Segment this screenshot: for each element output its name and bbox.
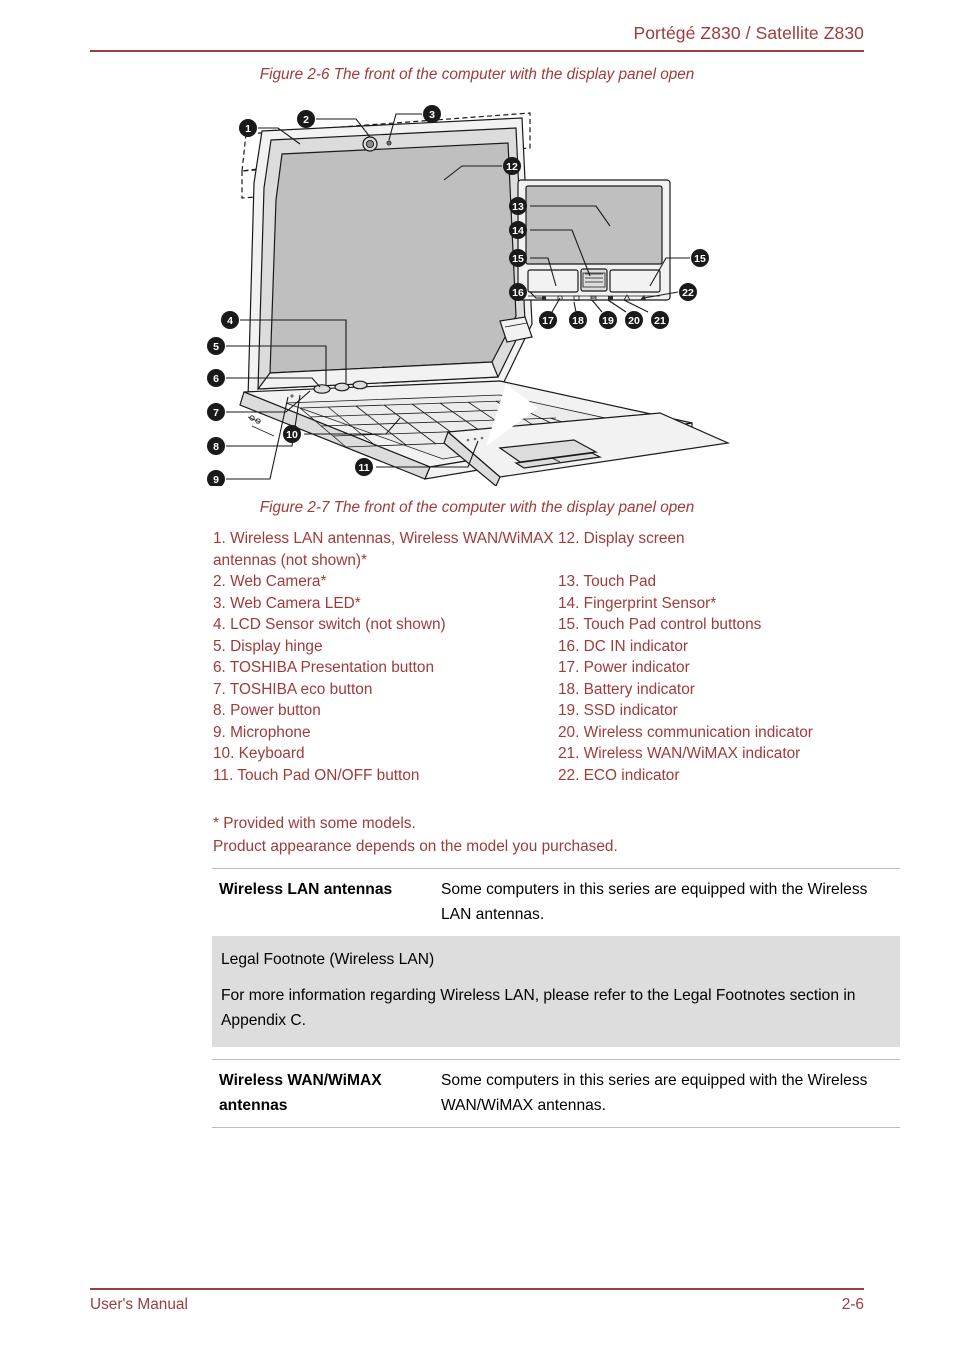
- table-row: Wireless LAN antennas Some computers in …: [212, 869, 900, 936]
- svg-text:15: 15: [512, 253, 524, 265]
- list-item: 20. Wireless communication indicator: [558, 723, 813, 741]
- list-item: 6. TOSHIBA Presentation button: [213, 659, 435, 676]
- list-item: 22. ECO indicator: [558, 766, 680, 784]
- svg-text:5: 5: [213, 341, 219, 353]
- svg-text:21: 21: [654, 315, 666, 327]
- table-row: Wireless WAN/WiMAX antennas Some compute…: [212, 1060, 900, 1127]
- list-item: 5. Display hinge: [213, 637, 323, 655]
- footer-manual-label: User's Manual: [90, 1296, 188, 1313]
- list-item: 11. Touch Pad ON/OFF button: [213, 766, 420, 784]
- definition-term: Wireless WAN/WiMAX antennas: [219, 1072, 382, 1114]
- list-item-spacer: [558, 550, 903, 572]
- svg-text:10: 10: [286, 429, 298, 441]
- list-item: 9. Microphone: [213, 723, 311, 741]
- list-item: 7. TOSHIBA eco button: [213, 680, 373, 698]
- list-item: 13. Touch Pad: [558, 573, 657, 590]
- page-footer: User's Manual 2-6: [90, 1288, 864, 1314]
- definition-wireless-wan-wimax-antennas: Wireless WAN/WiMAX antennas Some compute…: [212, 1059, 900, 1128]
- list-item: 10. Keyboard: [213, 745, 305, 762]
- document-page: Portégé Z830 / Satellite Z830 Figure 2-6…: [0, 0, 954, 1345]
- svg-text:17: 17: [542, 315, 554, 327]
- parts-list: 1. Wireless LAN antennas, Wireless WAN/W…: [213, 528, 903, 786]
- svg-text:20: 20: [628, 315, 640, 327]
- svg-text:12: 12: [506, 161, 518, 173]
- svg-text:13: 13: [512, 201, 524, 213]
- svg-text:3: 3: [429, 109, 435, 121]
- definition-description: Some computers in this series are equipp…: [441, 881, 868, 923]
- figure-caption-top: Figure 2-6 The front of the computer wit…: [259, 66, 695, 83]
- page-number: 2-6: [841, 1296, 864, 1313]
- list-item: 18. Battery indicator: [558, 680, 695, 698]
- list-item: 12. Display screen: [558, 530, 685, 547]
- svg-text:7: 7: [213, 407, 219, 419]
- figure-caption-bottom: Figure 2-7 The front of the computer wit…: [259, 499, 695, 516]
- legal-footnote-title: Legal Footnote (Wireless LAN): [221, 951, 435, 968]
- list-item: 8. Power button: [213, 702, 321, 719]
- svg-text:1: 1: [245, 123, 251, 135]
- footnote-appearance: Product appearance depends on the model …: [213, 838, 618, 855]
- list-item: 15. Touch Pad control buttons: [558, 616, 762, 633]
- list-item: 4. LCD Sensor switch (not shown): [213, 616, 446, 633]
- parts-list-right-column: 12. Display screen 13. Touch Pad 14. Fin…: [558, 528, 903, 786]
- svg-text:15: 15: [694, 253, 706, 265]
- list-item: 2. Web Camera*: [213, 573, 327, 590]
- svg-text:4: 4: [227, 315, 233, 327]
- svg-text:8: 8: [213, 441, 219, 453]
- header-rule: [90, 50, 864, 52]
- svg-text:9: 9: [213, 474, 219, 486]
- svg-text:6: 6: [213, 373, 219, 385]
- footer-rule: [90, 1288, 864, 1290]
- list-item: 21. Wireless WAN/WiMAX indicator: [558, 745, 801, 762]
- laptop-diagram: .ln { stroke:#1a1a1a; stroke-width:1.2; …: [200, 96, 760, 486]
- svg-text:2: 2: [303, 114, 309, 126]
- svg-text:22: 22: [682, 287, 694, 299]
- list-item: 1. Wireless LAN antennas, Wireless WAN/W…: [213, 530, 554, 569]
- header-title: Portégé Z830 / Satellite Z830: [633, 23, 864, 43]
- svg-text:19: 19: [602, 315, 614, 327]
- svg-text:14: 14: [512, 225, 524, 237]
- definition-wireless-lan-antennas: Wireless LAN antennas Some computers in …: [212, 868, 900, 937]
- svg-text:18: 18: [572, 315, 584, 327]
- list-item: 14. Fingerprint Sensor*: [558, 594, 717, 612]
- legal-footnote-box: Legal Footnote (Wireless LAN) For more i…: [212, 936, 900, 1047]
- footnote-block: * Provided with some models. Product app…: [213, 812, 903, 858]
- legal-footnote-body: For more information regarding Wireless …: [221, 987, 856, 1029]
- svg-text:11: 11: [358, 462, 369, 474]
- list-item: 16. DC IN indicator: [558, 637, 689, 655]
- definition-term: Wireless LAN antennas: [219, 881, 393, 898]
- list-item: 17. Power indicator: [558, 659, 690, 676]
- list-item: 19. SSD indicator: [558, 702, 678, 719]
- page-header: Portégé Z830 / Satellite Z830: [90, 22, 864, 52]
- parts-list-left-column: 1. Wireless LAN antennas, Wireless WAN/W…: [213, 528, 558, 786]
- list-item: 3. Web Camera LED*: [213, 594, 361, 612]
- footnote-asterisk: * Provided with some models.: [213, 815, 416, 832]
- definition-description: Some computers in this series are equipp…: [441, 1072, 868, 1114]
- svg-text:16: 16: [512, 287, 524, 299]
